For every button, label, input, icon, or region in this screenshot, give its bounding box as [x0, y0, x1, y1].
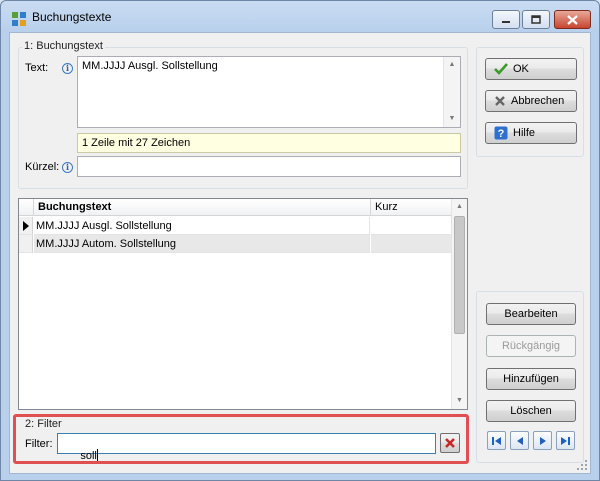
dialog-window: Buchungstexte 1: Buchungstext Text: i MM…	[0, 0, 600, 481]
first-record-icon	[492, 436, 501, 445]
kuerzel-label: Kürzel:	[25, 161, 60, 173]
app-icon	[12, 12, 26, 26]
delete-button[interactable]: Löschen	[486, 400, 576, 422]
cancel-x-icon	[495, 96, 505, 106]
column-header-kurz[interactable]: Kurz	[371, 199, 451, 216]
ok-button[interactable]: OK	[485, 58, 577, 80]
text-label: Text:	[25, 62, 49, 74]
title-bar[interactable]: Buchungstexte	[1, 1, 599, 31]
grid-header: Buchungstext Kurz	[19, 199, 451, 216]
previous-record-button[interactable]	[510, 431, 529, 450]
maximize-button[interactable]	[522, 10, 550, 29]
last-record-icon	[561, 436, 570, 445]
text-cursor	[96, 449, 98, 461]
filter-group-label: 2: Filter	[23, 418, 64, 430]
last-record-button[interactable]	[556, 431, 575, 450]
ok-button-label: OK	[513, 63, 529, 75]
filter-label: Filter:	[25, 438, 53, 450]
current-row-indicator-icon	[19, 217, 33, 235]
info-icon[interactable]: i	[62, 63, 73, 74]
help-button[interactable]: ? Hilfe	[485, 122, 577, 144]
undo-button[interactable]: Rückgängig	[486, 335, 576, 357]
cell-buchungstext[interactable]: MM.JJJJ Ausgl. Sollstellung	[34, 217, 370, 235]
buchungstext-group-label: 1: Buchungstext	[22, 40, 105, 52]
kuerzel-input[interactable]	[77, 156, 461, 177]
clear-filter-icon	[445, 438, 455, 448]
minimize-icon	[502, 20, 510, 23]
close-icon	[567, 14, 578, 25]
minimize-button[interactable]	[492, 10, 520, 29]
grid-scroll-thumb[interactable]	[454, 216, 465, 334]
cell-buchungstext[interactable]: MM.JJJJ Autom. Sollstellung	[34, 235, 370, 253]
scroll-down-icon[interactable]: ▼	[452, 393, 467, 409]
filter-input-value: soll	[80, 450, 97, 462]
window-title: Buchungstexte	[32, 10, 112, 24]
add-button[interactable]: Hinzufügen	[486, 368, 576, 390]
grid-scrollbar[interactable]: ▲ ▼	[451, 199, 467, 409]
cell-kurz[interactable]	[371, 217, 451, 235]
cancel-button-label: Abbrechen	[511, 95, 565, 107]
clear-filter-button[interactable]	[440, 433, 460, 453]
filter-input[interactable]: soll	[57, 433, 436, 462]
size-grip-icon[interactable]	[576, 459, 588, 471]
edit-button[interactable]: Bearbeiten	[486, 303, 576, 325]
checkmark-icon	[494, 63, 508, 75]
first-record-button[interactable]	[487, 431, 506, 450]
close-button[interactable]	[554, 10, 591, 29]
maximize-icon	[531, 15, 541, 24]
text-scrollbar[interactable]: ▲ ▼	[443, 57, 460, 127]
cancel-button[interactable]: Abbrechen	[485, 90, 577, 112]
table-row[interactable]: MM.JJJJ Autom. Sollstellung	[19, 235, 451, 253]
buchungstext-grid[interactable]: Buchungstext Kurz MM.JJJJ Ausgl. Sollste…	[18, 198, 468, 410]
scroll-down-icon[interactable]: ▼	[444, 111, 460, 127]
dialog-client-area: 1: Buchungstext Text: i MM.JJJJ Ausgl. S…	[9, 32, 591, 474]
row-indicator	[19, 235, 33, 253]
table-row[interactable]: MM.JJJJ Ausgl. Sollstellung	[19, 217, 451, 235]
previous-record-icon	[516, 436, 523, 445]
help-question-icon: ?	[494, 126, 508, 140]
next-record-icon	[539, 436, 546, 445]
next-record-button[interactable]	[533, 431, 552, 450]
grid-header-indicator	[19, 199, 34, 216]
cell-kurz[interactable]	[371, 235, 451, 253]
scroll-up-icon[interactable]: ▲	[444, 57, 460, 73]
column-header-buchungstext[interactable]: Buchungstext	[34, 199, 371, 216]
info-icon[interactable]: i	[62, 162, 73, 173]
text-input[interactable]: MM.JJJJ Ausgl. Sollstellung	[77, 56, 461, 128]
help-button-label: Hilfe	[513, 127, 536, 139]
text-info-bar: 1 Zeile mit 27 Zeichen	[77, 133, 461, 153]
scroll-up-icon[interactable]: ▲	[452, 199, 467, 215]
svg-text:?: ?	[498, 128, 505, 140]
